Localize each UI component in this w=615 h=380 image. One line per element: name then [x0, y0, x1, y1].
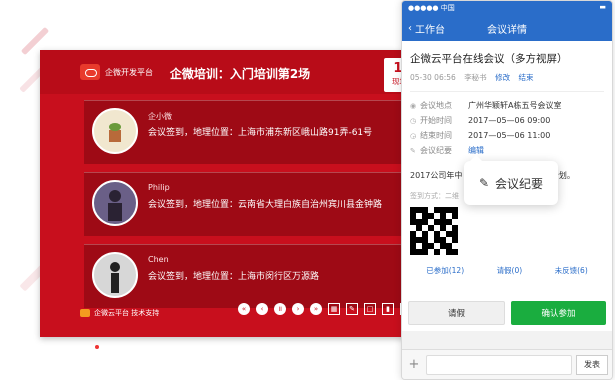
pause-icon[interactable]: ॥ [274, 303, 286, 315]
prev-icon[interactable]: ‹ [256, 303, 268, 315]
playback-controls: « ‹ ॥ › » ▦ ✎ □ ▮ ⚙ [238, 303, 412, 315]
clock-icon: ◶ [410, 131, 417, 140]
card-text: 会议签到，地理位置：上海市闵行区万源路 [148, 272, 320, 282]
confirm-join-button[interactable]: 确认参加 [511, 301, 606, 325]
avatar [92, 108, 138, 154]
detail-value: 2017—05—06 11:00 [468, 131, 551, 140]
detail-label: 会议地点 [420, 101, 452, 110]
plus-icon[interactable]: + [406, 357, 422, 373]
detail-row: ◉ 会议地点 广州华颖轩A栋五号会议室 [410, 100, 604, 111]
person-avatar-icon [110, 262, 120, 293]
detail-value: 广州华颖轩A栋五号会议室 [468, 101, 562, 110]
decoration [95, 345, 99, 349]
chart-icon[interactable]: ▮ [382, 303, 394, 315]
checkin-card: Philip 会议签到，地理位置：云南省大理白族自治州宾川县金钟路 [84, 172, 421, 236]
brand-logo-icon [80, 309, 90, 317]
notes-popover[interactable]: ✎ 会议纪要 [464, 155, 558, 205]
leave-count[interactable]: 请假(0) [497, 265, 523, 276]
card-name: 企小微 [148, 112, 172, 121]
footer-brand: 企微云平台 技术支持 [80, 308, 159, 318]
comment-input[interactable] [426, 354, 572, 375]
action-buttons: 请假 确认参加 [402, 295, 612, 331]
unfeedback-count[interactable]: 未反馈(6) [555, 265, 588, 276]
detail-row: ◷ 开始时间 2017—05—06 09:00 [410, 115, 604, 126]
detail-row: ✎ 会议纪要 编辑 [410, 145, 604, 156]
nav-bar: ‹ 工作台 会议详情 [402, 15, 612, 41]
status-bar: ●●●●● 中国 ▬ [402, 1, 612, 15]
joined-count[interactable]: 已参加(12) [426, 265, 464, 276]
card-name: Philip [148, 183, 170, 192]
clock-icon: ◷ [410, 116, 417, 125]
checkin-card: 企小微 会议签到，地理位置：上海市浦东新区峨山路91弄-61号 [84, 100, 421, 164]
meeting-date: 05-30 06:56 [410, 73, 456, 82]
qrcode-image [410, 207, 458, 255]
end-link[interactable]: 结束 [518, 73, 533, 82]
card-text: 会议签到，地理位置：上海市浦东新区峨山路91弄-61号 [148, 128, 373, 138]
pencil-icon: ✎ [478, 176, 490, 190]
next-icon[interactable]: › [292, 303, 304, 315]
forward-icon[interactable]: » [310, 303, 322, 315]
pencil-icon: ✎ [410, 146, 416, 155]
location-icon: ◉ [410, 101, 417, 110]
note-text: 2017公司年中 [410, 171, 463, 180]
send-button[interactable]: 发表 [576, 354, 608, 375]
attendance-stats: 已参加(12) 请假(0) 未反馈(6) [410, 265, 604, 276]
detail-label: 开始时间 [420, 116, 452, 125]
detail-value: 2017—05—06 09:00 [468, 116, 551, 125]
edit-icon[interactable]: ✎ [346, 303, 358, 315]
footer-label: 企微云平台 技术支持 [94, 309, 160, 317]
card-text: 会议签到，地理位置：云南省大理白族自治州宾川县金钟路 [148, 200, 383, 210]
meeting-meta: 05-30 06:56 李秘书 修改 结束 [410, 72, 604, 83]
comment-bar: + 发表 [402, 349, 612, 379]
detail-label: 会议纪要 [420, 146, 452, 155]
meeting-title: 企微云平台在线会议（多方视屏） [410, 53, 568, 65]
avatar [92, 180, 138, 226]
checkin-card: Chen 会议签到，地理位置：上海市闵行区万源路 [84, 244, 421, 308]
qrcode-icon[interactable]: ▦ [328, 303, 340, 315]
live-screen: 企微开发平台 企微培训：入门培训第2场 168 现场评论 企小微 会议签到，地理… [40, 50, 440, 337]
divider [410, 91, 604, 92]
plant-avatar-icon [109, 123, 121, 142]
battery-icon: ▬ [599, 3, 606, 11]
meeting-author: 李秘书 [464, 73, 487, 82]
avatar [92, 252, 138, 298]
card-name: Chen [148, 255, 169, 264]
page-title: 会议详情 [487, 25, 527, 36]
detail-label: 结束时间 [420, 131, 452, 140]
person-avatar-icon [108, 190, 122, 221]
gift-icon[interactable]: □ [364, 303, 376, 315]
leave-button[interactable]: 请假 [408, 301, 505, 325]
screen-title: 企微培训：入门培训第2场 [169, 67, 311, 81]
popover-label: 会议纪要 [495, 176, 544, 191]
edit-link[interactable]: 修改 [495, 73, 510, 82]
carrier-label: ●●●●● 中国 [408, 4, 455, 12]
rewind-icon[interactable]: « [238, 303, 250, 315]
detail-row: ◶ 结束时间 2017—05—06 11:00 [410, 130, 604, 141]
